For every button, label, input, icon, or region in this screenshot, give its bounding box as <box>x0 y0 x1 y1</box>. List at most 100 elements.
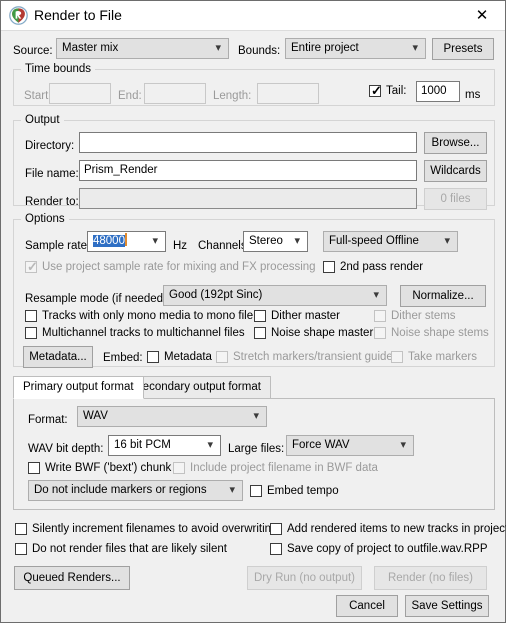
sample-rate-value: 48000 <box>93 235 125 247</box>
directory-input[interactable] <box>79 132 417 153</box>
filename-input[interactable]: Prism_Render <box>79 160 417 181</box>
checkbox-box <box>28 462 40 474</box>
chevron-down-icon: ▾ <box>215 42 221 54</box>
take-markers-label: Take markers <box>408 351 478 363</box>
source-select[interactable]: Master mix ▾ <box>56 38 229 59</box>
dither-master-label: Dither master <box>271 310 341 322</box>
window-title: Render to File <box>34 7 122 23</box>
tail-label: Tail: <box>386 85 407 97</box>
wav-bit-depth-label: WAV bit depth: <box>28 443 104 455</box>
noise-shape-master-label: Noise shape master <box>271 327 374 339</box>
multichannel-tracks-checkbox[interactable]: Multichannel tracks to multichannel file… <box>25 326 245 340</box>
checkbox-box <box>323 261 335 273</box>
large-files-select[interactable]: Force WAV ▾ <box>286 435 414 456</box>
checkbox-box <box>216 351 228 363</box>
bounds-select[interactable]: Entire project ▾ <box>285 38 426 59</box>
checkbox-box <box>15 543 27 555</box>
dither-stems-label: Dither stems <box>391 310 456 322</box>
wav-bit-depth-value: 16 bit PCM <box>114 439 171 451</box>
filename-label: File name: <box>25 168 79 180</box>
browse-button[interactable]: Browse... <box>424 132 487 154</box>
metadata-button[interactable]: Metadata... <box>23 346 93 368</box>
tail-input[interactable]: 1000 <box>416 81 460 102</box>
second-pass-render-label: 2nd pass render <box>340 261 424 273</box>
source-label: Source: <box>13 45 53 57</box>
second-pass-render-checkbox[interactable]: 2nd pass render <box>323 260 423 274</box>
check-icon: ✓ <box>27 259 38 274</box>
tab-secondary-output-format[interactable]: Secondary output format <box>125 376 271 399</box>
chevron-down-icon: ▾ <box>412 42 418 54</box>
length-input[interactable] <box>257 83 319 104</box>
checkbox-box <box>374 310 386 322</box>
embed-metadata-checkbox[interactable]: Metadata <box>147 350 212 364</box>
chevron-down-icon: ▾ <box>400 439 406 451</box>
output-group-title: Output <box>21 114 64 126</box>
check-icon: ✓ <box>371 83 382 98</box>
stretch-markers-label: Stretch markers/transient guides <box>233 351 399 363</box>
include-project-filename-label: Include project filename in BWF data <box>190 462 378 474</box>
sample-rate-input[interactable]: 48000 ▾ <box>87 231 166 252</box>
save-copy-of-project-checkbox[interactable]: Save copy of project to outfile.wav.RPP <box>270 542 488 556</box>
noise-shape-stems-label: Noise shape stems <box>391 327 489 339</box>
chevron-down-icon: ▾ <box>207 439 213 451</box>
hz-label: Hz <box>173 240 188 252</box>
render-speed-select[interactable]: Full-speed Offline ▾ <box>323 231 458 252</box>
channels-select[interactable]: Stereo ▾ <box>243 231 308 252</box>
start-input[interactable] <box>49 83 111 104</box>
large-files-label: Large files: <box>228 443 285 455</box>
include-project-filename-checkbox: Include project filename in BWF data <box>173 461 378 475</box>
save-settings-button[interactable]: Save Settings <box>405 595 489 617</box>
checkbox-box <box>391 351 403 363</box>
checkbox-box <box>254 327 266 339</box>
checkbox-box <box>25 327 37 339</box>
chevron-down-icon: ▾ <box>253 410 259 422</box>
noise-shape-master-checkbox[interactable]: Noise shape master <box>254 326 373 340</box>
tail-checkbox[interactable]: ✓ Tail: <box>369 84 406 98</box>
silently-increment-label: Silently increment filenames to avoid ov… <box>32 523 278 535</box>
use-project-sample-rate-checkbox: ✓ Use project sample rate for mixing and… <box>25 260 316 274</box>
end-input[interactable] <box>144 83 206 104</box>
checkbox-box <box>173 462 185 474</box>
add-rendered-items-checkbox[interactable]: Add rendered items to new tracks in proj… <box>270 522 506 536</box>
checkbox-box: ✓ <box>25 259 38 274</box>
dry-run-button: Dry Run (no output) <box>247 566 362 590</box>
format-select[interactable]: WAV ▾ <box>77 406 267 427</box>
reaper-logo-icon <box>9 6 28 25</box>
wav-bit-depth-select[interactable]: 16 bit PCM ▾ <box>108 435 221 456</box>
checkbox-box <box>374 327 386 339</box>
use-project-sample-rate-label: Use project sample rate for mixing and F… <box>42 261 316 273</box>
do-not-render-silent-checkbox[interactable]: Do not render files that are likely sile… <box>15 542 227 556</box>
queued-renders-button[interactable]: Queued Renders... <box>14 566 130 590</box>
cancel-button[interactable]: Cancel <box>336 595 398 617</box>
wildcards-button[interactable]: Wildcards <box>424 160 487 182</box>
options-group-title: Options <box>21 213 69 225</box>
close-icon[interactable]: ✕ <box>459 1 505 30</box>
files-count-button: 0 files <box>424 188 487 210</box>
stretch-markers-checkbox: Stretch markers/transient guides <box>216 350 399 364</box>
resample-mode-label: Resample mode (if needed): <box>25 293 171 305</box>
normalize-button[interactable]: Normalize... <box>400 285 486 307</box>
channels-value: Stereo <box>249 235 283 247</box>
render-speed-value: Full-speed Offline <box>329 235 419 247</box>
markers-regions-select[interactable]: Do not include markers or regions ▾ <box>28 480 243 501</box>
render-to-label: Render to: <box>25 196 79 208</box>
resample-mode-value: Good (192pt Sinc) <box>169 289 263 301</box>
end-label: End: <box>118 90 142 102</box>
embed-tempo-checkbox[interactable]: Embed tempo <box>250 484 339 498</box>
tab-primary-output-format[interactable]: Primary output format <box>13 376 144 399</box>
write-bwf-chunk-checkbox[interactable]: Write BWF ('bext') chunk <box>28 461 171 475</box>
mono-tracks-checkbox[interactable]: Tracks with only mono media to mono file <box>25 309 253 323</box>
dither-master-checkbox[interactable]: Dither master <box>254 309 340 323</box>
write-bwf-chunk-label: Write BWF ('bext') chunk <box>45 462 172 474</box>
time-bounds-group-title: Time bounds <box>21 63 96 75</box>
render-to-file-dialog: Render to File ✕ Source: Master mix ▾ Bo… <box>0 0 506 623</box>
presets-button[interactable]: Presets <box>432 38 494 60</box>
chevron-down-icon: ▾ <box>152 235 158 247</box>
silently-increment-checkbox[interactable]: Silently increment filenames to avoid ov… <box>15 522 277 536</box>
resample-mode-select[interactable]: Good (192pt Sinc) ▾ <box>163 285 387 306</box>
checkbox-box <box>25 310 37 322</box>
sample-rate-label: Sample rate: <box>25 240 91 252</box>
render-button: Render (no files) <box>374 566 487 590</box>
format-value: WAV <box>83 410 108 422</box>
checkbox-box <box>147 351 159 363</box>
